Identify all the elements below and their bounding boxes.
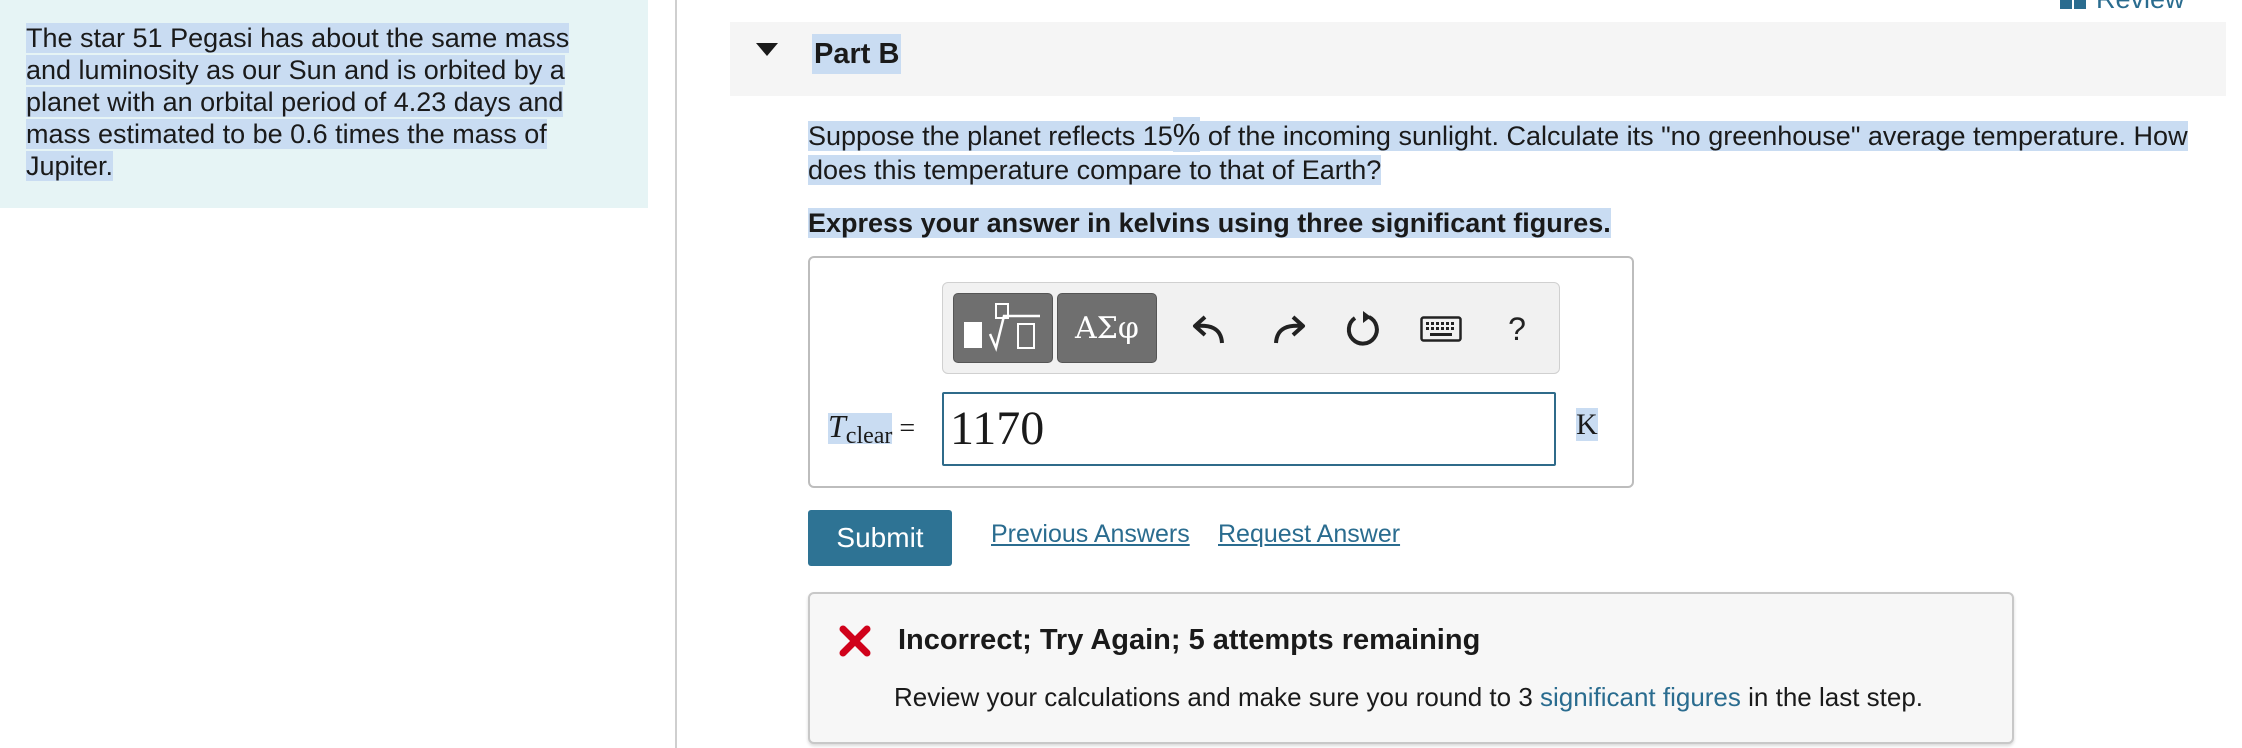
previous-answers-link[interactable]: Previous Answers [991,520,1190,549]
error-x-icon [839,625,871,657]
part-title: Part B [812,34,902,74]
equals-sign: = [899,413,916,444]
variable-subscript: clear [845,423,893,449]
answer-box: ΑΣφ ? Tclear = 1170 K [808,256,1634,488]
significant-figures-link[interactable]: significant figures [1540,682,1741,712]
submit-button[interactable]: Submit [808,510,952,566]
greek-symbols-button[interactable]: ΑΣφ [1057,293,1157,363]
help-label: ? [1508,310,1526,347]
book-icon [2060,0,2086,9]
pane-divider[interactable] [675,0,677,748]
redo-icon [1274,315,1305,344]
answer-input[interactable]: 1170 [942,392,1556,466]
help-button[interactable]: ? [1489,301,1545,357]
intro-text: The star 51 Pegasi has about the same ma… [26,23,570,181]
variable-label: Tclear = [828,408,916,449]
keyboard-button[interactable] [1413,301,1469,357]
part-header[interactable]: Part B [730,22,2226,96]
question-text: Suppose the planet reflects 15% of the i… [808,117,2226,187]
greek-symbols-label: ΑΣφ [1075,310,1139,346]
templates-button[interactable] [953,293,1053,363]
instruction-text: Express your answer in kelvins using thr… [808,208,1611,238]
question-before: Suppose the planet reflects 15 [808,121,1173,151]
undo-icon [1193,315,1224,344]
caret-down-icon[interactable] [756,43,778,56]
reset-button[interactable] [1335,301,1391,357]
unit-label: K [1576,408,1598,441]
feedback-panel: Incorrect; Try Again; 5 attempts remaini… [808,592,2014,744]
keyboard-icon [1420,316,1462,342]
request-answer-link[interactable]: Request Answer [1218,520,1400,549]
review-label: Review [2096,0,2185,15]
feedback-text: Review your calculations and make sure y… [894,682,1924,712]
variable-symbol: T [828,408,846,444]
redo-button[interactable] [1259,301,1315,357]
math-toolbar: ΑΣφ ? [942,282,1560,374]
templates-icon [964,303,1040,352]
intro-panel: The star 51 Pegasi has about the same ma… [0,0,648,208]
feedback-title: Incorrect; Try Again; 5 attempts remaini… [898,624,1481,656]
undo-button[interactable] [1183,301,1239,357]
review-link[interactable]: Review [2060,0,2185,14]
reset-icon [1346,311,1379,346]
percent-symbol: % [1172,117,1201,152]
